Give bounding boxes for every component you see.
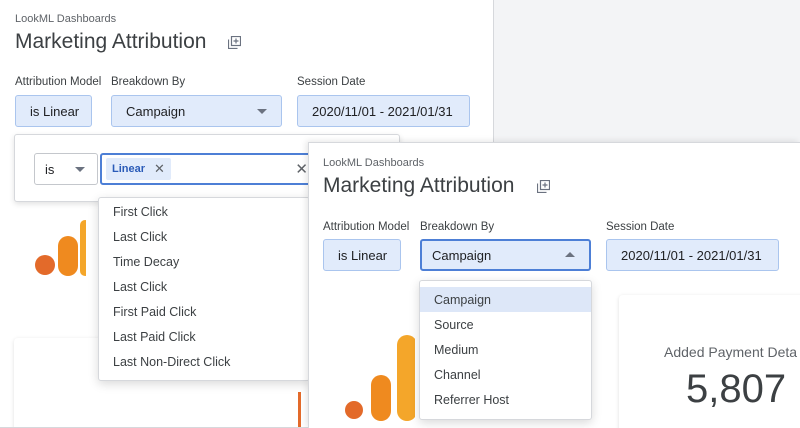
value-chip: Linear ✕	[106, 158, 171, 180]
menu-item[interactable]: Source	[420, 312, 591, 337]
session-date-value: 2020/11/01 - 2021/01/31	[312, 103, 453, 119]
attribution-value-input[interactable]: Linear ✕ ✕	[100, 153, 312, 185]
session-date-filter[interactable]: 2020/11/01 - 2021/01/31	[297, 95, 470, 127]
menu-item[interactable]: Time Decay	[99, 249, 309, 274]
breakdown-options-menu: Campaign Source Medium Channel Referrer …	[419, 280, 592, 420]
folder-label[interactable]: LookML Dashboards	[323, 157, 424, 169]
filter-label-attribution-model: Attribution Model	[323, 221, 410, 233]
menu-item-selected[interactable]: Campaign	[420, 287, 591, 312]
menu-item[interactable]: Referrer Host	[420, 387, 591, 412]
attribution-model-value: is Linear	[338, 247, 388, 263]
menu-item[interactable]: Last Click	[99, 274, 309, 299]
clear-icon[interactable]: ✕	[295, 160, 308, 178]
looker-logo	[345, 335, 415, 421]
looker-logo	[35, 220, 86, 276]
menu-item[interactable]: Channel	[420, 362, 591, 387]
attribution-model-filter[interactable]: is Linear	[15, 95, 92, 127]
menu-item[interactable]: Last Non-Direct Click	[99, 349, 309, 374]
dashboard-title: Marketing Attribution	[15, 30, 207, 53]
chip-label: Linear	[112, 163, 146, 175]
copy-icon[interactable]	[537, 180, 550, 193]
kpi-value: 5,807	[686, 367, 787, 411]
chevron-down-icon	[75, 167, 85, 172]
filter-label-breakdown-by: Breakdown By	[111, 76, 186, 88]
chevron-up-icon	[565, 252, 575, 257]
chevron-down-icon	[257, 109, 267, 114]
session-date-filter[interactable]: 2020/11/01 - 2021/01/31	[606, 239, 779, 271]
copy-icon[interactable]	[228, 36, 241, 49]
chart-bar-fragment	[298, 392, 301, 427]
menu-item[interactable]: Medium	[420, 337, 591, 362]
filter-label-breakdown-by: Breakdown By	[420, 221, 495, 233]
breakdown-by-filter[interactable]: Campaign	[420, 239, 591, 271]
menu-item[interactable]: First Click	[99, 199, 309, 224]
attribution-options-menu: First Click Last Click Time Decay Last C…	[98, 197, 310, 381]
filter-label-session-date: Session Date	[297, 76, 366, 88]
kpi-tile: Added Payment Deta 5,807	[619, 295, 800, 428]
dashboard-title: Marketing Attribution	[323, 174, 515, 197]
attribution-model-value: is Linear	[30, 103, 80, 119]
operator-select[interactable]: is	[34, 153, 98, 185]
menu-item[interactable]: Last Click	[99, 224, 309, 249]
folder-label[interactable]: LookML Dashboards	[15, 13, 116, 25]
filter-label-attribution-model: Attribution Model	[15, 76, 102, 88]
close-icon[interactable]: ✕	[154, 161, 165, 177]
filter-label-session-date: Session Date	[606, 221, 675, 233]
menu-item[interactable]: Last Paid Click	[99, 324, 309, 349]
dashboard-panel-front: LookML Dashboards Marketing Attribution …	[308, 142, 800, 428]
breakdown-by-filter[interactable]: Campaign	[111, 95, 282, 127]
breakdown-by-value: Campaign	[126, 103, 186, 119]
attribution-model-filter[interactable]: is Linear	[323, 239, 401, 271]
menu-item[interactable]: First Paid Click	[99, 299, 309, 324]
session-date-value: 2020/11/01 - 2021/01/31	[621, 247, 762, 263]
kpi-label: Added Payment Deta	[664, 344, 798, 360]
breakdown-by-value: Campaign	[432, 247, 492, 263]
operator-value: is	[45, 161, 55, 177]
